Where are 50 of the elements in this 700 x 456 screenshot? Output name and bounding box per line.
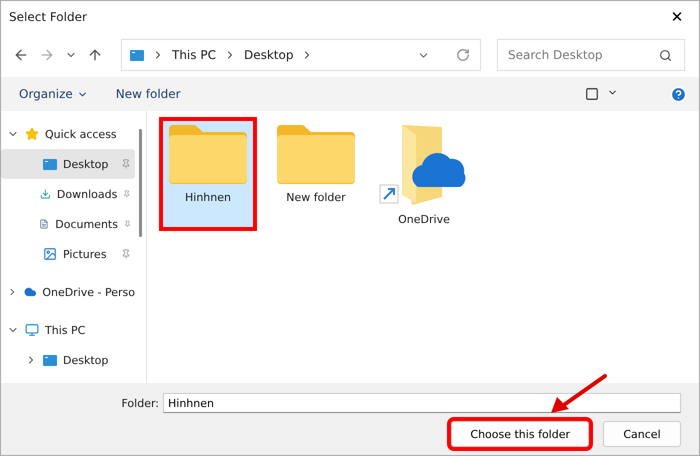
nav-label: Desktop xyxy=(63,158,108,170)
folder-icon xyxy=(167,123,249,185)
nav-item[interactable]: Downloads xyxy=(1,179,135,209)
nav-item[interactable]: Documents xyxy=(1,209,135,239)
window-title: Select Folder xyxy=(9,10,87,24)
monitor-icon xyxy=(25,323,39,337)
file-item[interactable]: OneDrive xyxy=(377,119,471,229)
help-icon[interactable] xyxy=(670,86,687,102)
file-item[interactable]: Hinhnen xyxy=(161,119,255,229)
nav-item[interactable]: OneDrive - Perso xyxy=(1,277,135,307)
nav-label: Downloads xyxy=(56,188,118,200)
view-icon[interactable] xyxy=(585,87,618,101)
nav-item[interactable]: This PC xyxy=(1,315,135,345)
refresh-icon[interactable] xyxy=(456,48,470,62)
file-item[interactable]: New folder xyxy=(269,119,363,229)
item-label: New folder xyxy=(286,191,346,204)
nav-label: Documents xyxy=(55,218,118,230)
nav-item[interactable]: Pictures xyxy=(1,239,135,269)
toolbar-button[interactable]: Organize xyxy=(19,87,88,101)
toolbar-button[interactable]: New folder xyxy=(116,87,181,101)
search-field[interactable]: Search Desktop xyxy=(497,39,685,71)
item-label: OneDrive xyxy=(398,213,450,226)
cancel-button[interactable]: Cancel xyxy=(603,421,681,447)
picture-icon xyxy=(43,247,57,261)
back-icon[interactable] xyxy=(13,47,29,63)
close-button[interactable]: ✕ xyxy=(655,1,699,33)
nav-label: Quick access xyxy=(45,128,117,140)
nav-item[interactable]: Desktop xyxy=(1,345,135,375)
cloud-icon xyxy=(24,285,36,299)
folder-field[interactable]: Hinhnen xyxy=(163,393,681,413)
star-icon xyxy=(25,127,39,141)
up-icon[interactable] xyxy=(87,47,103,63)
nav-label: This PC xyxy=(45,324,86,336)
folder-icon xyxy=(275,123,357,185)
folder-label: Folder: xyxy=(121,396,159,410)
breadcrumb-item[interactable]: Desktop xyxy=(244,48,294,62)
download-icon xyxy=(40,187,51,201)
desktop-icon xyxy=(130,50,144,60)
item-label: Hinhnen xyxy=(185,191,231,204)
nav-item[interactable]: Desktop xyxy=(1,149,135,179)
desktop-icon xyxy=(43,354,57,366)
nav-label: OneDrive - Perso xyxy=(42,286,135,298)
address-bar[interactable]: This PC Desktop xyxy=(121,39,481,71)
nav-label: Pictures xyxy=(63,248,107,260)
nav-label: Desktop xyxy=(63,354,108,366)
desktop-icon xyxy=(43,158,57,170)
nav-item[interactable]: Quick access xyxy=(1,119,135,149)
breadcrumb-item[interactable]: This PC xyxy=(172,48,216,62)
document-icon xyxy=(39,217,50,231)
search-icon[interactable] xyxy=(659,48,672,62)
